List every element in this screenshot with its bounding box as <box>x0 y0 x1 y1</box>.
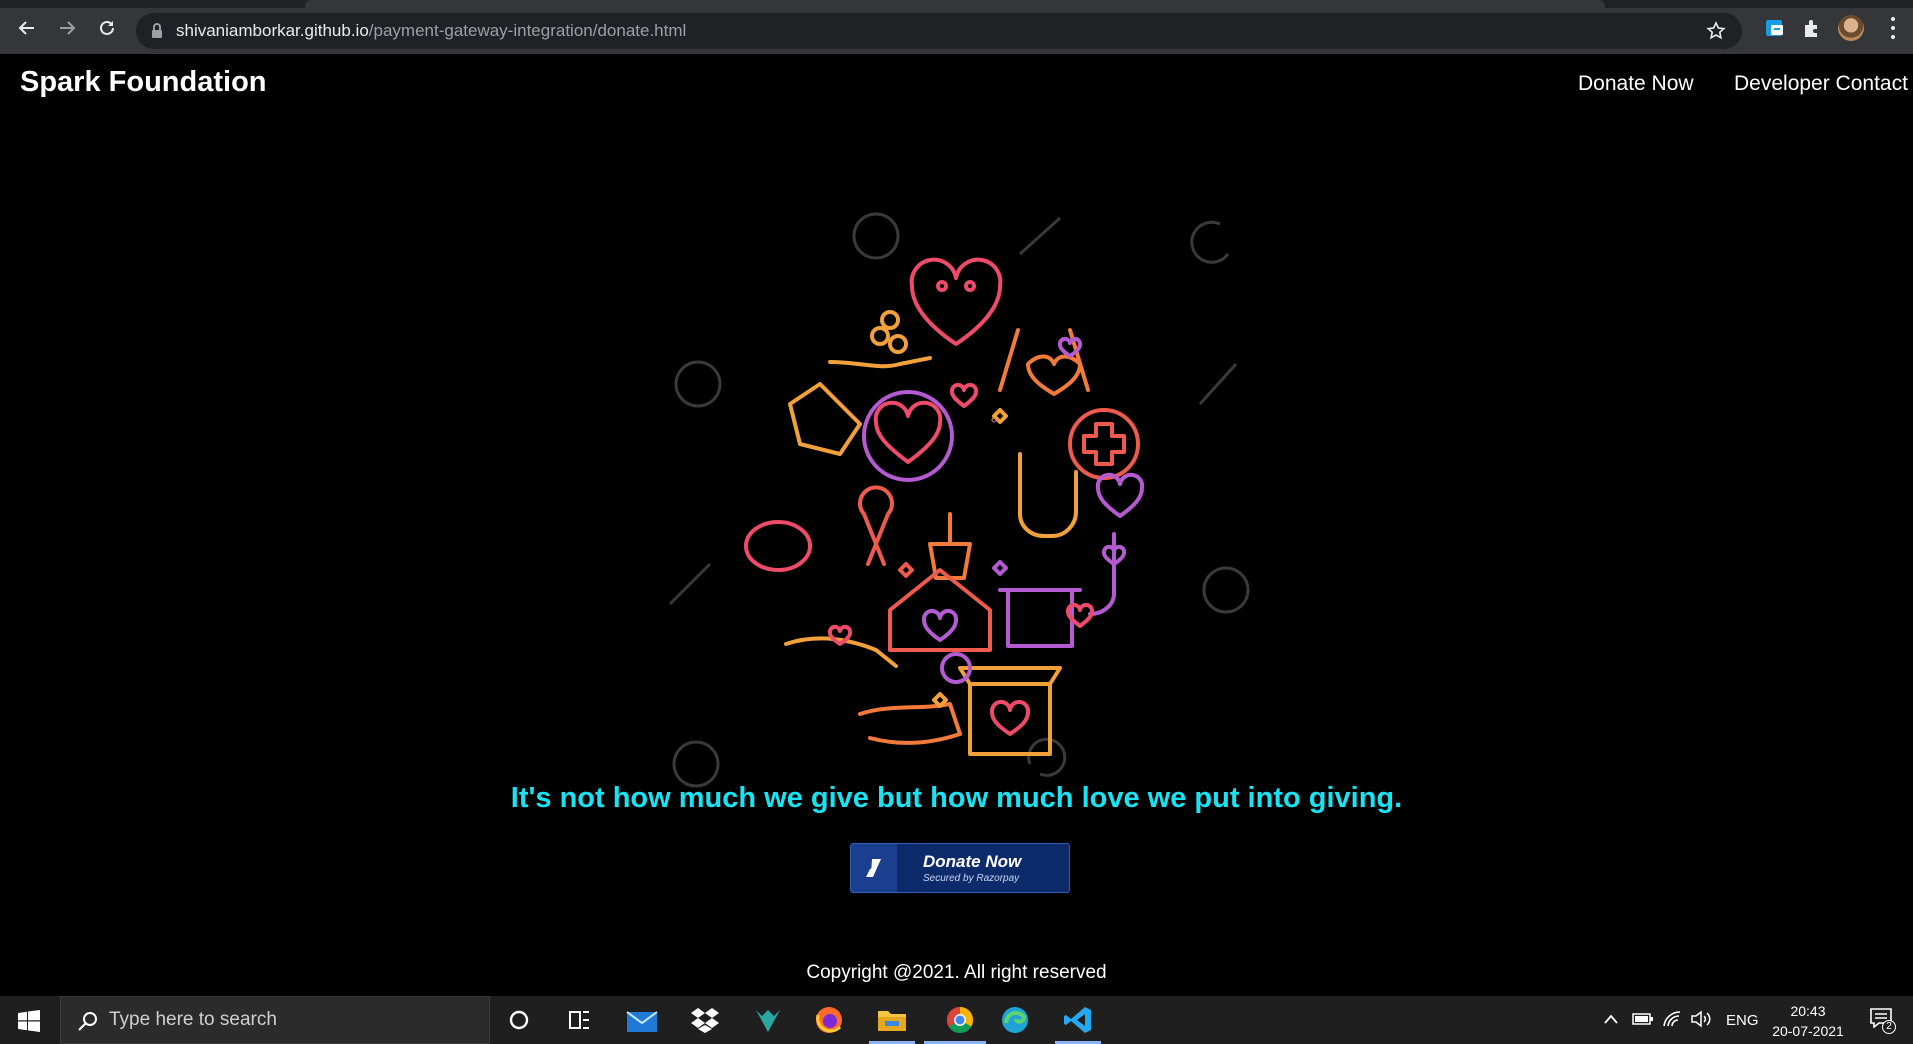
extension-translate-icon[interactable] <box>1764 17 1786 39</box>
giving-hand-bottom-icon <box>858 702 962 745</box>
browser-toolbar: shivaniamborkar.github.io/payment-gatewa… <box>0 0 1913 54</box>
back-button[interactable] <box>14 15 40 41</box>
chrome-icon[interactable] <box>937 1004 983 1036</box>
nav-donate-now[interactable]: Donate Now <box>1578 72 1694 96</box>
nav-developer-contact[interactable]: Developer Contact <box>1734 72 1908 96</box>
back-arrow-icon <box>18 21 34 35</box>
mail-icon[interactable] <box>625 1004 659 1036</box>
clock-date: 20-07-2021 <box>1772 1023 1844 1039</box>
dropbox-icon[interactable] <box>688 1004 722 1036</box>
forward-button[interactable] <box>54 15 80 41</box>
bookmark-star-icon[interactable] <box>1706 21 1726 41</box>
handshake-icon <box>788 382 862 456</box>
tagline: It's not how much we give but how much l… <box>510 782 1403 814</box>
copyright-text: Copyright @2021. All right reserved <box>806 962 1107 983</box>
globe-heart-icon <box>862 390 954 482</box>
hand-coins-icon <box>828 356 932 369</box>
awareness-ribbon-icon <box>858 485 894 566</box>
donation-box-icon <box>1006 588 1074 648</box>
reload-icon <box>100 20 114 35</box>
faint-background-marks <box>668 212 1250 788</box>
search-icon <box>78 1012 97 1031</box>
battery-icon[interactable] <box>1632 1012 1654 1026</box>
notification-count-badge: 2 <box>1882 1020 1896 1034</box>
raised-hand-icon <box>1018 452 1078 538</box>
vscode-icon[interactable] <box>1061 1004 1095 1036</box>
active-tab[interactable] <box>305 0 1605 8</box>
site-title[interactable]: Spark Foundation <box>20 66 267 99</box>
family-heart-icon <box>909 257 1003 346</box>
reload-button[interactable] <box>94 15 120 41</box>
donate-button-label: Donate Now <box>923 852 1022 871</box>
razorpay-donate-button[interactable]: Donate Now Secured by Razorpay <box>850 843 1070 893</box>
extensions-puzzle-icon[interactable] <box>1801 17 1823 39</box>
piggy-bank-icon <box>744 520 812 572</box>
clock-time: 20:43 <box>1790 1003 1826 1019</box>
language-indicator[interactable]: ENG <box>1726 996 1759 1044</box>
taskbar-clock[interactable]: 20:43 20-07-2021 <box>1766 1001 1850 1041</box>
volume-icon[interactable] <box>1690 1010 1712 1028</box>
notification-center-button[interactable]: 2 <box>1870 1008 1896 1034</box>
file-explorer-icon[interactable] <box>875 1004 909 1036</box>
taskbar-search-box[interactable]: Type here to search <box>60 996 490 1044</box>
address-bar[interactable]: shivaniamborkar.github.io/payment-gatewa… <box>136 13 1742 49</box>
plant-pot-icon <box>928 512 972 580</box>
predator-sense-icon[interactable] <box>751 1004 785 1036</box>
task-view-icon[interactable] <box>563 1004 597 1036</box>
forward-arrow-icon <box>60 21 76 35</box>
url-host: shivaniamborkar.github.io <box>176 21 369 40</box>
pointing-heart-icon <box>1088 472 1145 616</box>
profile-avatar[interactable] <box>1838 15 1864 41</box>
razorpay-logo-icon <box>851 844 897 892</box>
tab-strip <box>0 0 1913 8</box>
edge-icon[interactable] <box>998 1004 1032 1036</box>
lock-icon <box>152 23 162 38</box>
windows-taskbar: Type here to search ENG 20:43 20-07-2021… <box>0 996 1913 1044</box>
charity-illustration <box>668 212 1250 788</box>
windows-start-icon[interactable] <box>18 1010 40 1032</box>
medical-cross-icon <box>1068 408 1140 480</box>
show-hidden-icons-chevron-icon[interactable] <box>1603 1013 1619 1025</box>
donate-button-sublabel: Secured by Razorpay <box>923 873 1020 884</box>
wifi-icon[interactable] <box>1662 1010 1682 1028</box>
firefox-icon[interactable] <box>812 1004 846 1036</box>
cortana-icon[interactable] <box>502 1004 536 1036</box>
web-page: Spark Foundation Donate Now Developer Co… <box>0 54 1913 996</box>
browser-menu-icon[interactable] <box>1890 17 1896 39</box>
url-path: /payment-gateway-integration/donate.html <box>368 21 687 40</box>
search-placeholder: Type here to search <box>109 1009 277 1030</box>
